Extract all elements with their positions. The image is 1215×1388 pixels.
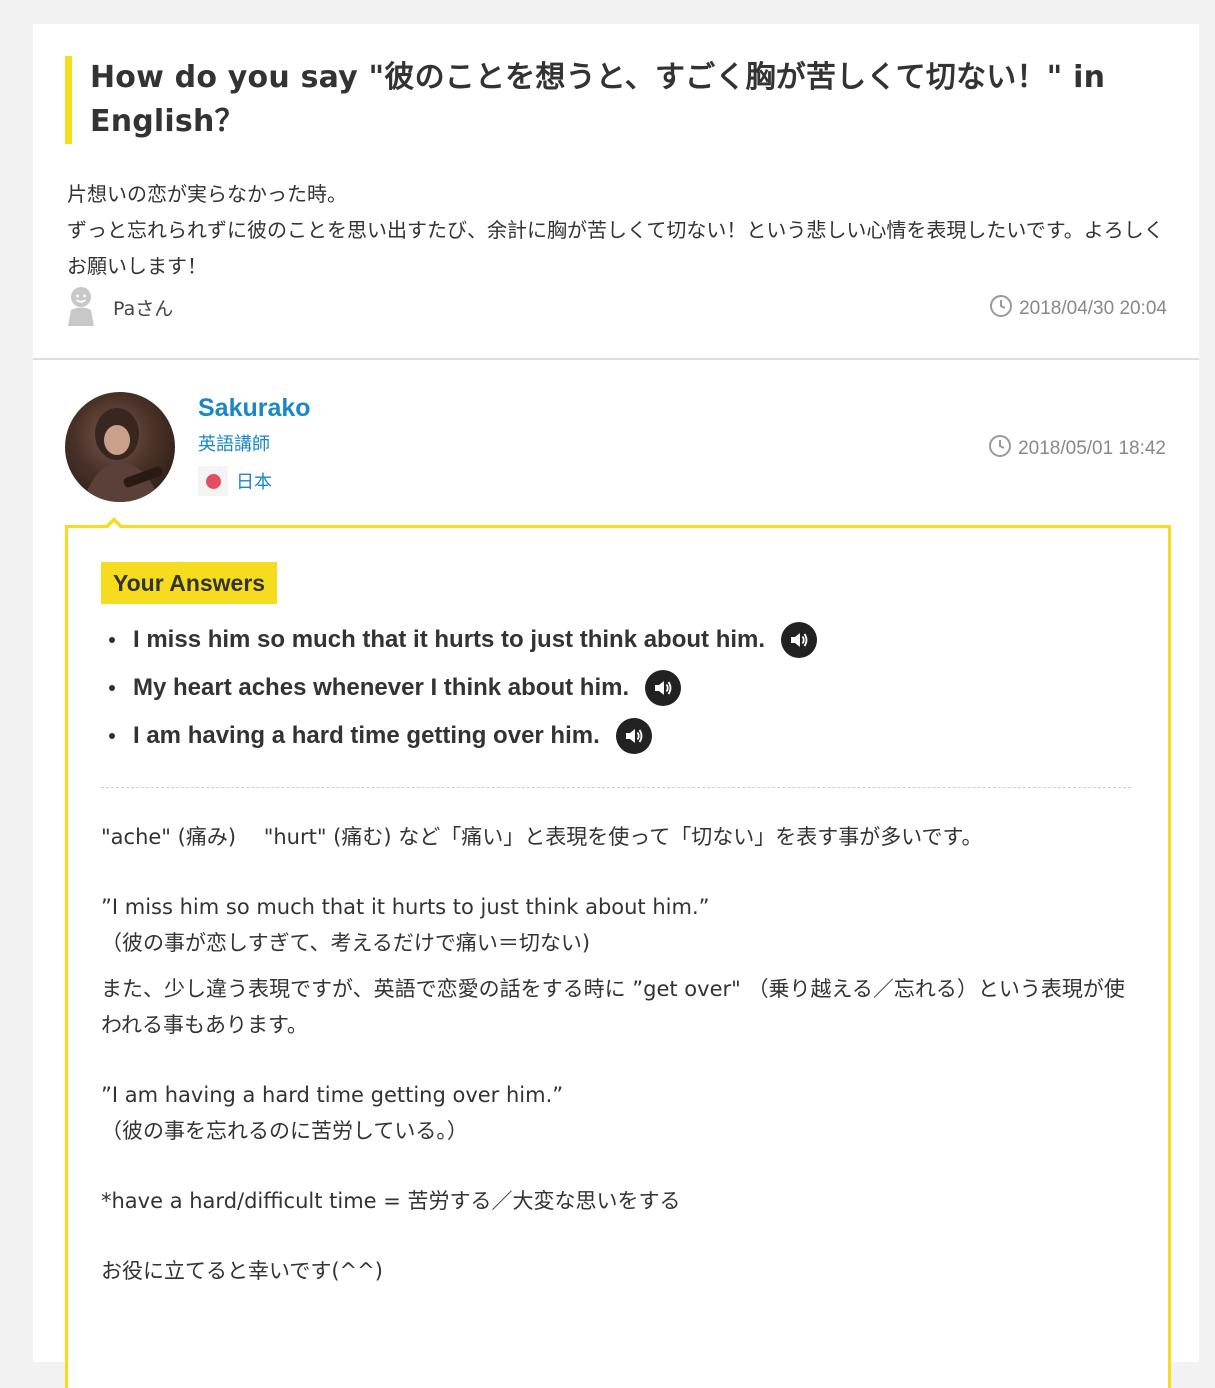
answerer-name[interactable]: Sakurako [198,394,311,423]
answer-timestamp: 2018/05/01 18:42 [988,434,1166,464]
list-item: My heart aches whenever I think about hi… [101,664,1101,712]
speaker-icon[interactable] [781,622,818,658]
qa-card: How do you say "彼のことを想うと、すごく胸が苦しくて切ない！" … [33,24,1199,1388]
answer-list: I miss him so much that it hurts to just… [101,616,1101,760]
question-body: 片想いの恋が実らなかった時。 ずっと忘れられずに彼のことを思い出すたび、余計に胸… [67,182,1164,278]
bullet [109,637,115,643]
your-answers-label: Your Answers [101,562,278,604]
explanation-paragraph: *have a hard/difficult time = 苦労する／大変な思い… [101,1189,681,1213]
speaker-icon[interactable] [615,718,652,754]
divider [33,358,1199,360]
explanation-paragraph: お役に立てると幸いです(^^) [101,1259,383,1283]
answerer-country: 日本 [198,466,272,498]
question-title: How do you say "彼のことを想うと、すごく胸が苦しくて切ない！" … [65,56,1150,144]
person-avatar-icon [65,286,97,326]
question-timestamp: 2018/04/30 20:04 [989,294,1167,324]
explanation-paragraph: "ache" (痛み) "hurt" (痛む) など「痛い」と表現を使って「切な… [101,825,983,849]
answerer-role: 英語講師 [198,434,270,455]
list-item: I am having a hard time getting over him… [101,712,1101,760]
bullet [109,733,115,739]
dashed-divider [101,787,1131,788]
explanation-paragraph: ”I am having a hard time getting over hi… [101,1083,564,1143]
explanation-paragraph: また、少し違う表現ですが、英語で恋愛の話をする時に ”get over" （乗り… [101,977,1125,1037]
answer-text: My heart aches whenever I think about hi… [133,674,630,701]
list-item: I miss him so much that it hurts to just… [101,616,1101,664]
asker-name[interactable]: Paさん [113,294,173,321]
answer-timestamp-text: 2018/05/01 18:42 [1018,438,1166,459]
answer-text: I miss him so much that it hurts to just… [133,626,766,653]
question-timestamp-text: 2018/04/30 20:04 [1019,298,1167,319]
japan-flag-icon [198,466,228,496]
answer-box-pointer-inner [107,522,121,529]
explanation-paragraph: ”I miss him so much that it hurts to jus… [101,895,710,955]
answerer-avatar[interactable] [65,392,175,502]
answer-text: I am having a hard time getting over him… [133,722,600,749]
answer-explanation: "ache" (痛み) "hurt" (痛む) など「痛い」と表現を使って「切な… [101,819,1141,1289]
clock-icon [989,294,1013,324]
clock-icon [988,434,1012,464]
bullet [109,685,115,691]
country-name: 日本 [236,472,272,493]
asker-row: Paさん 2018/04/30 20:04 [65,286,1167,326]
speaker-icon[interactable] [645,670,682,706]
